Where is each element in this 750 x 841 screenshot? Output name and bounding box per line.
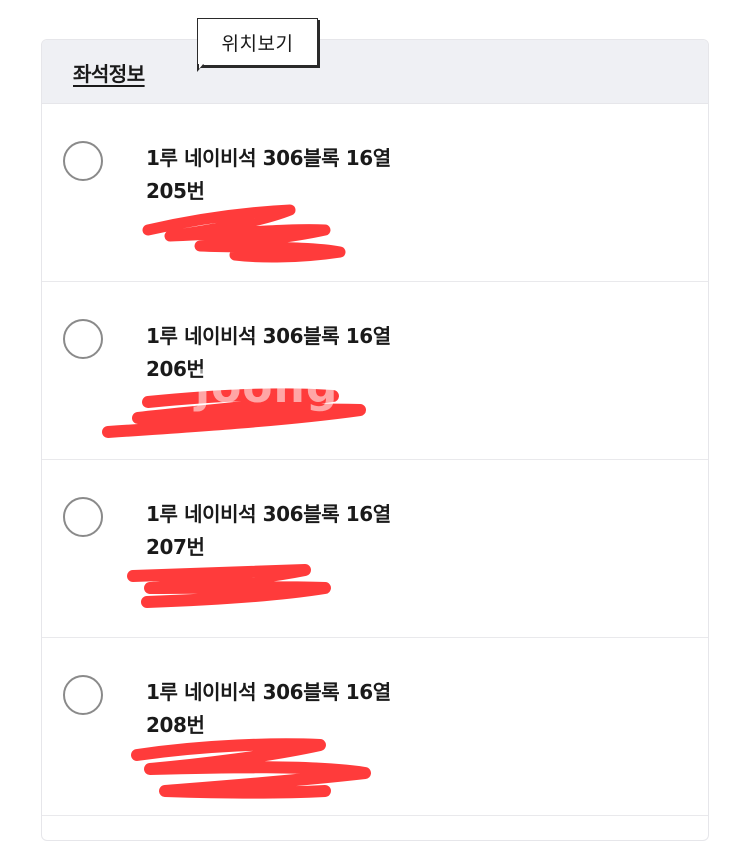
radio-button[interactable]	[63, 675, 103, 715]
seat-option-208[interactable]: 1루 네이비석 306블록 16열 208번	[42, 638, 708, 816]
seat-number-label: 208번	[146, 713, 205, 737]
seat-section-label: 1루 네이비석 306블록 16열	[146, 680, 391, 704]
seat-option-205[interactable]: 1루 네이비석 306블록 16열 205번	[42, 104, 708, 282]
seat-number-label: 206번	[146, 357, 205, 381]
seat-section-label: 1루 네이비석 306블록 16열	[146, 324, 391, 348]
radio-button[interactable]	[63, 141, 103, 181]
seat-list: 1루 네이비석 306블록 16열 205번 1루 네이비석 306블록 16열…	[42, 104, 708, 816]
seat-section-label: 1루 네이비석 306블록 16열	[146, 146, 391, 170]
seat-number-label: 205번	[146, 179, 205, 203]
seat-number-label: 207번	[146, 535, 205, 559]
location-view-label: 위치보기	[221, 32, 294, 55]
radio-button[interactable]	[63, 319, 103, 359]
seat-option-206[interactable]: 1루 네이비석 306블록 16열 206번	[42, 282, 708, 460]
page-title: 좌석정보	[73, 62, 145, 86]
seat-section-label: 1루 네이비석 306블록 16열	[146, 502, 391, 526]
seat-option-207[interactable]: 1루 네이비석 306블록 16열 207번	[42, 460, 708, 638]
radio-button[interactable]	[63, 497, 103, 537]
tooltip-tail-fill	[199, 63, 204, 69]
panel-header: 좌석정보	[42, 40, 708, 104]
seat-info-panel: 좌석정보 1루 네이비석 306블록 16열 205번 1루 네이비석 306블…	[41, 39, 709, 841]
location-view-tooltip[interactable]: 위치보기	[197, 18, 318, 66]
